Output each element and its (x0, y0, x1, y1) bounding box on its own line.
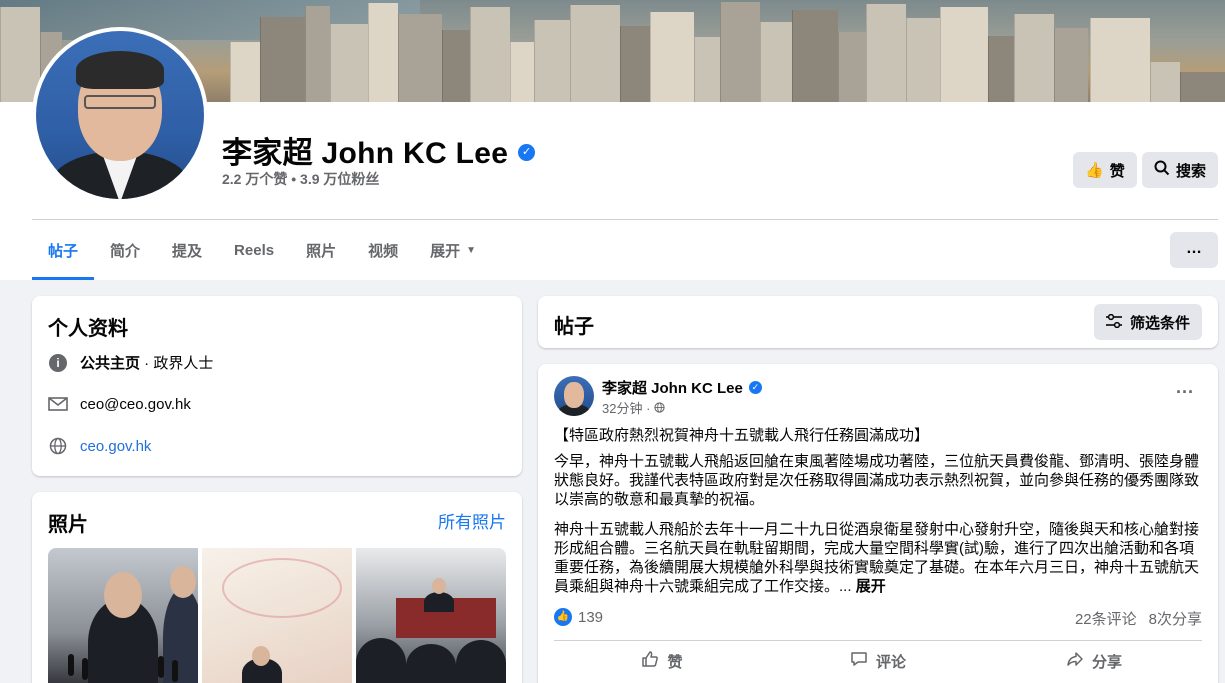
like-reaction-icon: 👍 (554, 608, 572, 626)
post-actions: 赞 评论 分享 (554, 644, 1202, 678)
intro-card: 个人资料 i 公共主页 · 政界人士 ceo@ceo.gov.hk ceo.go… (32, 296, 522, 476)
envelope-icon (48, 394, 68, 414)
like-button[interactable]: 赞 (554, 644, 770, 678)
globe-icon (48, 436, 68, 456)
email-row: ceo@ceo.gov.hk (48, 394, 191, 414)
page-title: 李家超 John KC Lee ✓ (222, 128, 536, 172)
post-author: 李家超 John KC Lee ✓ (602, 377, 762, 398)
tab-reels[interactable]: Reels (218, 220, 290, 280)
like-page-button[interactable]: 👍 赞 (1073, 152, 1137, 188)
search-label: 搜索 (1176, 162, 1207, 180)
website-row: ceo.gov.hk (48, 436, 151, 456)
info-icon: i (48, 353, 68, 373)
share-label: 分享 (1091, 653, 1122, 671)
intro-title: 个人资料 (48, 318, 128, 340)
thumbs-up-icon: 👍 (1085, 162, 1104, 179)
all-photos-link[interactable]: 所有照片 (438, 508, 506, 533)
globe-icon (654, 401, 665, 416)
tab-posts[interactable]: 帖子 (32, 220, 95, 280)
posts-header-card: 帖子 筛选条件 (538, 296, 1218, 348)
post-headline: 【特區政府熱烈祝賀神舟十五號載人飛行任務圓滿成功】 (554, 427, 930, 444)
like-page-label: 赞 (1109, 162, 1125, 180)
tab-more[interactable]: 展开 ▼ (414, 220, 492, 280)
caret-down-icon: ▼ (466, 244, 477, 256)
reaction-count: 139 (578, 608, 604, 626)
engagement-counts: 22条评论 8次分享 (1075, 608, 1202, 629)
share-button[interactable]: 分享 (986, 644, 1202, 678)
category-bold: 公共主页 (80, 355, 141, 372)
like-label: 赞 (667, 653, 683, 671)
verified-badge-icon: ✓ (748, 381, 762, 394)
post-paragraph-1: 今早，神舟十五號載人飛船返回艙在東風著陸場成功著陸，三位航天員費俊龍、鄧清明、張… (554, 453, 1200, 508)
post-author-name[interactable]: 李家超 John KC Lee (602, 377, 743, 398)
post-paragraph-2: 神舟十五號載人飛船於去年十一月二十九日從酒泉衛星發射中心發射升空，隨後與天和核心… (554, 520, 1204, 596)
share-arrow-icon (1066, 650, 1084, 673)
page-stats: 2.2 万个赞 • 3.9 万位粉丝 (222, 171, 380, 187)
page-name-text: 李家超 John KC Lee (222, 137, 509, 170)
category-text: · 政界人士 (140, 355, 214, 372)
tab-mentions[interactable]: 提及 (156, 220, 218, 280)
category-row: i 公共主页 · 政界人士 (48, 352, 213, 373)
photos-card: 照片 所有照片 (32, 492, 522, 683)
profile-picture[interactable] (32, 27, 208, 203)
reactions-summary[interactable]: 👍 139 (554, 608, 603, 626)
verified-badge-icon: ✓ (518, 143, 536, 161)
sliders-icon (1105, 313, 1122, 331)
filter-button[interactable]: 筛选条件 (1093, 304, 1202, 340)
post-options-icon[interactable]: ··· (1176, 382, 1194, 403)
comment-bubble-icon (850, 650, 868, 673)
comment-label: 评论 (875, 653, 906, 671)
actions-divider (554, 640, 1202, 641)
photo-thumbnail-3[interactable] (356, 548, 506, 683)
photos-title: 照片 (48, 514, 88, 536)
post-timestamp: 32分钟 · (602, 398, 665, 417)
page-tabs: 帖子 简介 提及 Reels 照片 视频 展开 ▼ (32, 220, 492, 280)
photo-thumbnail-1[interactable] (48, 548, 198, 683)
photo-thumbnail-2[interactable] (202, 548, 352, 683)
posts-title: 帖子 (554, 316, 594, 338)
post-time-text[interactable]: 32分钟 · (602, 401, 654, 416)
comment-button[interactable]: 评论 (770, 644, 986, 678)
avatar (36, 31, 204, 199)
comment-count[interactable]: 22条评论 (1075, 608, 1137, 629)
tab-videos[interactable]: 视频 (352, 220, 414, 280)
tab-photos[interactable]: 照片 (290, 220, 352, 280)
email-text[interactable]: ceo@ceo.gov.hk (80, 396, 191, 413)
more-options-button[interactable]: … (1170, 232, 1218, 268)
search-button[interactable]: 搜索 (1142, 152, 1219, 188)
tab-more-label: 展开 (430, 242, 461, 260)
tab-about[interactable]: 简介 (94, 220, 156, 280)
search-icon (1154, 160, 1170, 180)
post-card: 李家超 John KC Lee ✓ 32分钟 · ··· 【特區政府熱烈祝賀神舟… (538, 364, 1218, 683)
see-more-link[interactable]: 展开 (856, 578, 886, 595)
post-author-avatar[interactable] (554, 376, 594, 416)
website-link[interactable]: ceo.gov.hk (80, 438, 151, 455)
share-count[interactable]: 8次分享 (1149, 608, 1202, 629)
filter-label: 筛选条件 (1129, 314, 1190, 332)
thumbs-up-icon (641, 650, 659, 673)
